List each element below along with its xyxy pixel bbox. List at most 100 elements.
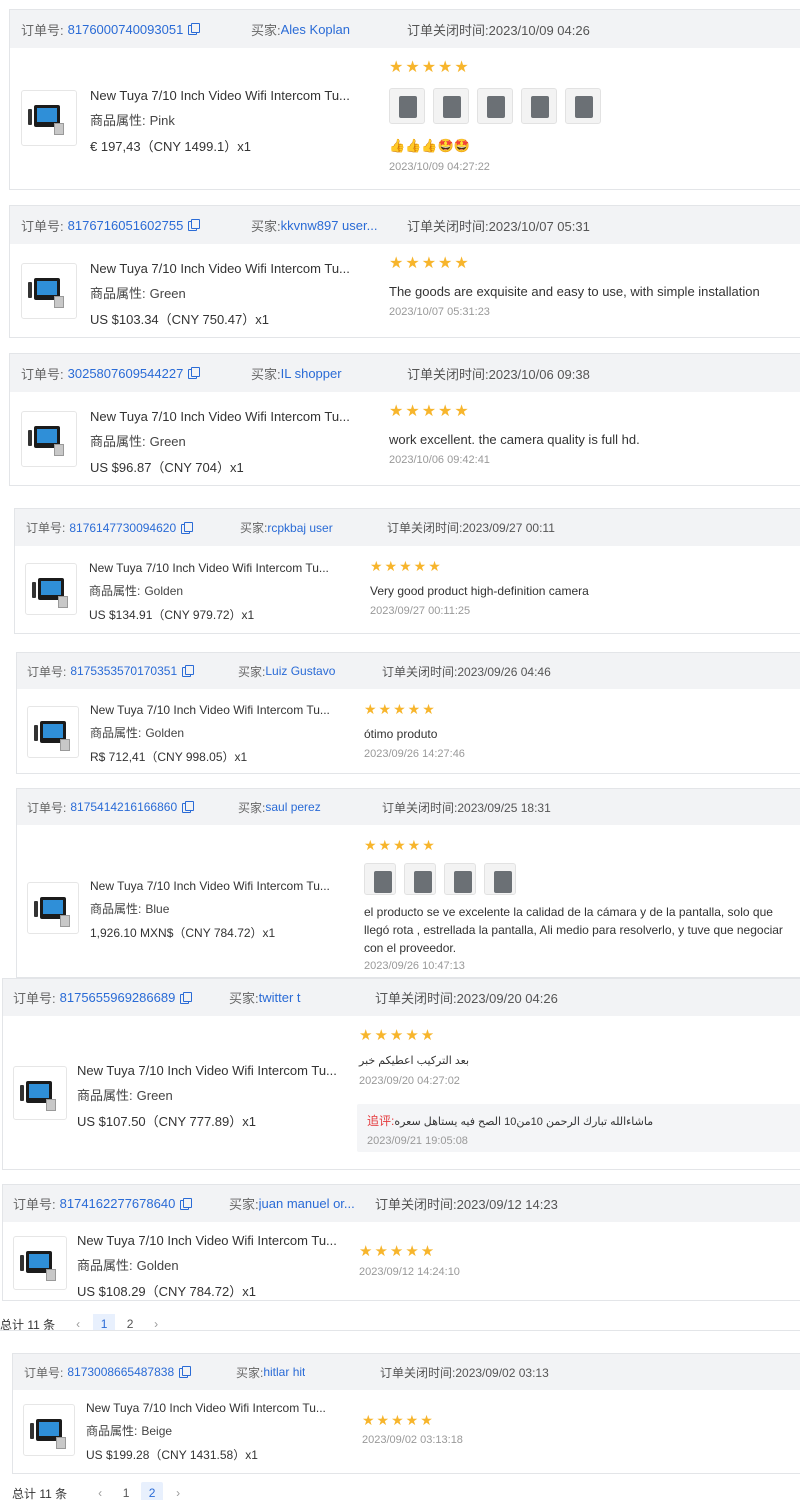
review: ★★★★★ work excellent. the camera quality… (389, 404, 640, 467)
product-title[interactable]: New Tuya 7/10 Inch Video Wifi Intercom T… (90, 88, 360, 103)
product-attr: 商品属性: Green (77, 1088, 173, 1103)
order-header: 订单号: 8173008665487838 买家: hitlar hit 订单关… (13, 1354, 800, 1390)
prev-page-button[interactable]: ‹ (67, 1314, 89, 1330)
copy-icon[interactable] (188, 367, 201, 379)
review-photo[interactable] (364, 863, 396, 895)
copy-icon[interactable] (188, 23, 201, 35)
star-rating: ★★★★★ (364, 837, 437, 853)
next-page-button[interactable]: › (145, 1314, 167, 1330)
star-rating: ★★★★★ (362, 1412, 435, 1428)
buyer-link[interactable]: kkvnw897 user... (281, 218, 378, 233)
review-text: el producto se ve excelente la calidad d… (364, 905, 783, 955)
product-price: € 197,43（CNY 1499.1）x1 (90, 139, 251, 154)
product-price: US $134.91（CNY 979.72）x1 (89, 608, 255, 622)
product-info: New Tuya 7/10 Inch Video Wifi Intercom T… (90, 261, 360, 328)
product-thumbnail[interactable] (21, 263, 77, 319)
buyer-link[interactable]: saul perez (265, 800, 320, 814)
order-header: 订单号: 8176000740093051 买家: Ales Koplan 订单… (10, 10, 800, 48)
copy-icon[interactable] (181, 521, 194, 534)
copy-icon[interactable] (179, 1366, 192, 1378)
order-number-link[interactable]: 8175655969286689 (60, 990, 176, 1005)
order-number-link[interactable]: 8175353570170351 (70, 664, 177, 678)
review-photo[interactable] (477, 88, 513, 124)
product-thumbnail[interactable] (27, 882, 79, 934)
prev-page-button[interactable]: ‹ (89, 1482, 111, 1500)
buyer-link[interactable]: Luiz Gustavo (265, 664, 335, 678)
buyer-link[interactable]: hitlar hit (263, 1365, 305, 1379)
review: ★★★★★ بعد التركيب اعطيكم خبر 2023/09/20 … (359, 1027, 469, 1088)
close-time: 订单关闭时间:2023/09/27 00:11 (387, 521, 555, 535)
buyer-link[interactable]: IL shopper (281, 366, 342, 381)
close-time: 订单关闭时间:2023/10/09 04:26 (407, 22, 590, 38)
review-photo[interactable] (565, 88, 601, 124)
product-title[interactable]: New Tuya 7/10 Inch Video Wifi Intercom T… (90, 879, 345, 893)
product-title[interactable]: New Tuya 7/10 Inch Video Wifi Intercom T… (77, 1233, 337, 1248)
product-title[interactable]: New Tuya 7/10 Inch Video Wifi Intercom T… (90, 703, 345, 717)
page-1-button[interactable]: 1 (115, 1482, 137, 1500)
review-text: Very good product high-definition camera (370, 584, 589, 598)
order-number-link[interactable]: 8176000740093051 (68, 22, 184, 37)
page-2-button[interactable]: 2 (119, 1314, 141, 1330)
close-time: 订单关闭时间:2023/09/12 14:23 (375, 1197, 558, 1212)
buyer-link[interactable]: rcpkbaj user (267, 521, 332, 535)
buyer: 买家: kkvnw897 user... (251, 217, 378, 234)
order-number: 订单号: 8174162277678640 (13, 1194, 229, 1213)
product-title[interactable]: New Tuya 7/10 Inch Video Wifi Intercom T… (77, 1063, 337, 1078)
product-thumbnail[interactable] (27, 706, 79, 758)
order-number-link[interactable]: 8174162277678640 (60, 1196, 176, 1211)
next-page-button[interactable]: › (167, 1482, 189, 1500)
product-thumbnail[interactable] (21, 90, 77, 146)
product-title[interactable]: New Tuya 7/10 Inch Video Wifi Intercom T… (89, 561, 344, 575)
review-date: 2023/09/27 00:11:25 (370, 605, 471, 617)
review-photo[interactable] (433, 88, 469, 124)
order-number-link[interactable]: 3025807609544227 (68, 366, 184, 381)
page-1-button[interactable]: 1 (93, 1314, 116, 1330)
review-text: 👍👍👍🤩🤩 (389, 138, 470, 153)
review-text: ótimo produto (364, 727, 438, 741)
order-card: 订单号: 8176000740093051 买家: Ales Koplan 订单… (9, 9, 800, 190)
copy-icon[interactable] (182, 801, 195, 813)
copy-icon[interactable] (188, 219, 201, 231)
review-photo[interactable] (389, 88, 425, 124)
product-title[interactable]: New Tuya 7/10 Inch Video Wifi Intercom T… (90, 261, 360, 276)
order-number-link[interactable]: 8176716051602755 (68, 218, 184, 233)
copy-icon[interactable] (180, 991, 193, 1004)
product-thumbnail[interactable] (21, 411, 77, 467)
review-date: 2023/09/26 10:47:13 (364, 960, 465, 972)
order-number-link[interactable]: 8173008665487838 (67, 1365, 174, 1379)
product-attr: 商品属性: Beige (86, 1424, 173, 1438)
star-rating: ★★★★★ (389, 255, 471, 272)
review: ★★★★★ ótimo produto 2023/09/26 14:27:46 (364, 701, 465, 760)
order-header: 订单号: 8175414216166860 买家: saul perez 订单关… (17, 789, 800, 825)
buyer: 买家: twitter t (229, 990, 301, 1006)
buyer-link[interactable]: juan manuel or... (259, 1196, 355, 1211)
product-title[interactable]: New Tuya 7/10 Inch Video Wifi Intercom T… (86, 1401, 342, 1415)
buyer-link[interactable]: Ales Koplan (281, 22, 350, 37)
order-card: 订单号: 8175655969286689 买家: twitter t 订单关闭… (2, 978, 800, 1170)
review: ★★★★★ el producto se ve excelente la cal… (364, 837, 798, 972)
review: ★★★★★ Very good product high-definition … (370, 558, 589, 617)
buyer-link[interactable]: twitter t (259, 990, 301, 1005)
page-2-button[interactable]: 2 (141, 1482, 164, 1500)
review-date: 2023/10/09 04:27:22 (389, 161, 490, 173)
review-photo[interactable] (521, 88, 557, 124)
product-info: New Tuya 7/10 Inch Video Wifi Intercom T… (90, 88, 360, 155)
order-number-link[interactable]: 8176147730094620 (69, 521, 176, 535)
review-date: 2023/10/06 09:42:41 (389, 454, 490, 466)
review-date: 2023/09/26 14:27:46 (364, 748, 465, 760)
review-photos (364, 863, 798, 895)
order-number-link[interactable]: 8175414216166860 (70, 800, 177, 814)
product-title[interactable]: New Tuya 7/10 Inch Video Wifi Intercom T… (90, 409, 360, 424)
review: ★★★★★ The goods are exquisite and easy t… (389, 255, 760, 319)
product-thumbnail[interactable] (13, 1236, 67, 1290)
review-photo[interactable] (484, 863, 516, 895)
review-photo[interactable] (444, 863, 476, 895)
product-price: 1,926.10 MXN$（CNY 784.72）x1 (90, 926, 276, 940)
product-thumbnail[interactable] (23, 1404, 75, 1456)
star-rating: ★★★★★ (359, 1027, 437, 1044)
copy-icon[interactable] (180, 1197, 193, 1210)
product-thumbnail[interactable] (13, 1066, 67, 1120)
product-thumbnail[interactable] (25, 563, 77, 615)
copy-icon[interactable] (182, 665, 195, 677)
review-photo[interactable] (404, 863, 436, 895)
